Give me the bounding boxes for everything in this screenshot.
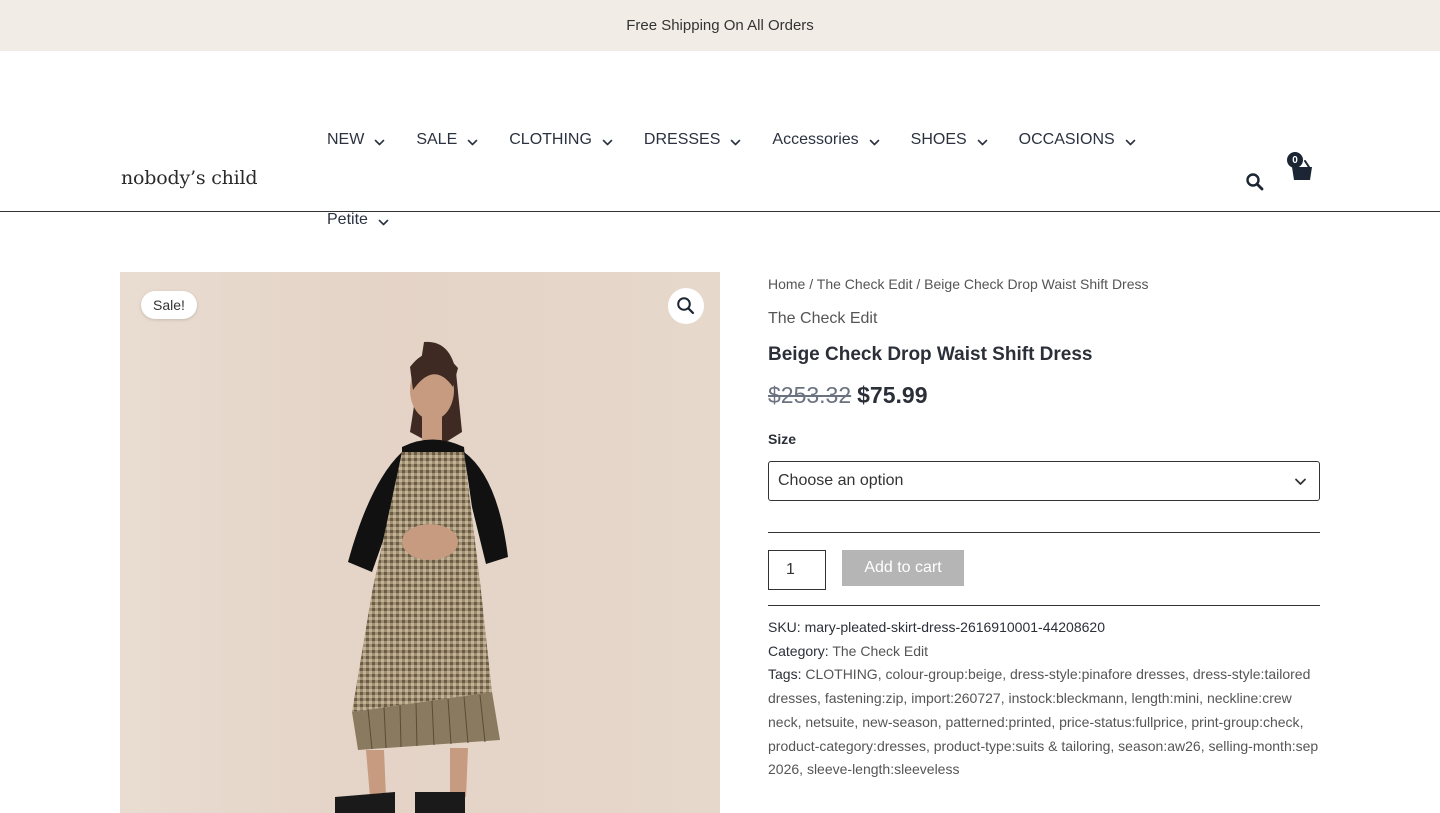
tag-link[interactable]: print-group:check bbox=[1191, 714, 1299, 730]
sku-value: mary-pleated-skirt-dress-2616910001-4420… bbox=[804, 619, 1105, 635]
breadcrumb-collection[interactable]: The Check Edit bbox=[817, 276, 913, 292]
add-to-cart-button[interactable]: Add to cart bbox=[842, 550, 964, 586]
nav-item-label: OCCASIONS bbox=[1018, 131, 1115, 148]
announcement-text: Free Shipping On All Orders bbox=[626, 17, 814, 34]
chevron-down-icon bbox=[730, 135, 741, 146]
product-meta: SKU: mary-pleated-skirt-dress-2616910001… bbox=[768, 616, 1320, 782]
nav-item-dresses[interactable]: DRESSES bbox=[644, 131, 741, 149]
tag-link[interactable]: new-season bbox=[862, 714, 938, 730]
tag-link[interactable]: patterned:printed bbox=[945, 714, 1051, 730]
tag-link[interactable]: product-type:suits & tailoring bbox=[934, 738, 1111, 754]
product-photo bbox=[335, 341, 508, 813]
chevron-down-icon bbox=[1125, 135, 1136, 146]
nav-row-1: NEW SALE CLOTHING DRESSES Accessories SHOES OC… bbox=[327, 131, 1167, 149]
cart-count-badge: 0 bbox=[1287, 152, 1303, 168]
tag-link[interactable]: sleeve-length:sleeveless bbox=[807, 761, 960, 777]
chevron-down-icon bbox=[467, 135, 478, 146]
tags-line: Tags: CLOTHING, colour-group:beige, dres… bbox=[768, 666, 1319, 778]
sku-label: SKU: bbox=[768, 619, 801, 635]
nav-item-occasions[interactable]: OCCASIONS bbox=[1019, 131, 1136, 149]
tag-link[interactable]: season:aw26 bbox=[1118, 738, 1201, 754]
tags-label: Tags: bbox=[768, 666, 802, 683]
tag-link[interactable]: CLOTHING bbox=[805, 666, 877, 682]
nav-item-accessories[interactable]: Accessories bbox=[772, 131, 879, 149]
nav-item-shoes[interactable]: SHOES bbox=[911, 131, 988, 149]
tag-link[interactable]: product-category:dresses bbox=[768, 738, 926, 754]
divider bbox=[768, 532, 1320, 533]
announcement-bar: Free Shipping On All Orders bbox=[0, 0, 1440, 51]
quantity-input[interactable]: 1 bbox=[768, 550, 826, 590]
chevron-down-icon bbox=[977, 135, 988, 146]
category-label: Category: bbox=[768, 642, 829, 659]
tag-link[interactable]: netsuite bbox=[805, 714, 854, 730]
nav-item-label: Petite bbox=[327, 211, 368, 228]
breadcrumb-separator: / bbox=[912, 276, 925, 292]
size-select-value: Choose an option bbox=[778, 472, 904, 489]
nav-item-label: Accessories bbox=[772, 131, 859, 148]
nav-item-sale[interactable]: SALE bbox=[416, 131, 478, 149]
product-collection: The Check Edit bbox=[768, 310, 878, 327]
size-select[interactable]: Choose an option bbox=[768, 461, 1320, 501]
nav-item-label: SALE bbox=[416, 131, 458, 148]
zoom-icon[interactable] bbox=[668, 288, 704, 324]
site-logo[interactable]: nobody’s child bbox=[121, 167, 258, 189]
chevron-down-icon bbox=[869, 135, 880, 146]
sale-price: $75.99 bbox=[857, 382, 928, 408]
nav-item-clothing[interactable]: CLOTHING bbox=[509, 131, 613, 149]
divider bbox=[768, 605, 1320, 606]
tag-link[interactable]: import:260727 bbox=[911, 690, 1001, 706]
site-header: nobody’s child NEW SALE CLOTHING DRESSES Acc… bbox=[0, 51, 1440, 228]
nav-item-label: CLOTHING bbox=[509, 131, 592, 148]
nav-row-2: Petite bbox=[327, 211, 420, 229]
tag-link[interactable]: instock:bleckmann bbox=[1009, 690, 1124, 706]
nav-item-label: NEW bbox=[327, 131, 365, 148]
chevron-down-icon bbox=[1295, 478, 1306, 485]
product-title: Beige Check Drop Waist Shift Dress bbox=[768, 344, 1093, 365]
nav-item-new[interactable]: NEW bbox=[327, 131, 385, 149]
tag-link[interactable]: colour-group:beige bbox=[885, 666, 1002, 682]
product-image[interactable]: Sale! bbox=[120, 272, 720, 813]
nav-item-label: SHOES bbox=[910, 131, 967, 148]
category-link[interactable]: The Check Edit bbox=[832, 643, 928, 659]
sale-badge: Sale! bbox=[141, 291, 197, 319]
chevron-down-icon bbox=[602, 135, 613, 146]
chevron-down-icon bbox=[378, 215, 389, 226]
breadcrumb-home[interactable]: Home bbox=[768, 276, 805, 292]
breadcrumb: Home / The Check Edit / Beige Check Drop… bbox=[768, 276, 1149, 292]
size-label: Size bbox=[768, 431, 797, 447]
product-price: $253.32 $75.99 bbox=[768, 382, 928, 409]
breadcrumb-current: Beige Check Drop Waist Shift Dress bbox=[924, 276, 1149, 292]
tag-link[interactable]: price-status:fullprice bbox=[1059, 714, 1184, 730]
nav-item-petite[interactable]: Petite bbox=[327, 211, 389, 229]
tag-link[interactable]: fastening:zip bbox=[825, 690, 904, 706]
tag-link[interactable]: length:mini bbox=[1131, 690, 1199, 706]
sku-line: SKU: mary-pleated-skirt-dress-2616910001… bbox=[768, 616, 1320, 640]
chevron-down-icon bbox=[374, 135, 385, 146]
nav-item-label: DRESSES bbox=[643, 131, 721, 148]
breadcrumb-separator: / bbox=[805, 276, 817, 292]
category-line: Category: The Check Edit bbox=[768, 640, 1320, 664]
original-price: $253.32 bbox=[768, 382, 852, 408]
tag-link[interactable]: dress-style:pinafore dresses bbox=[1010, 666, 1185, 682]
search-icon[interactable] bbox=[1244, 171, 1266, 193]
